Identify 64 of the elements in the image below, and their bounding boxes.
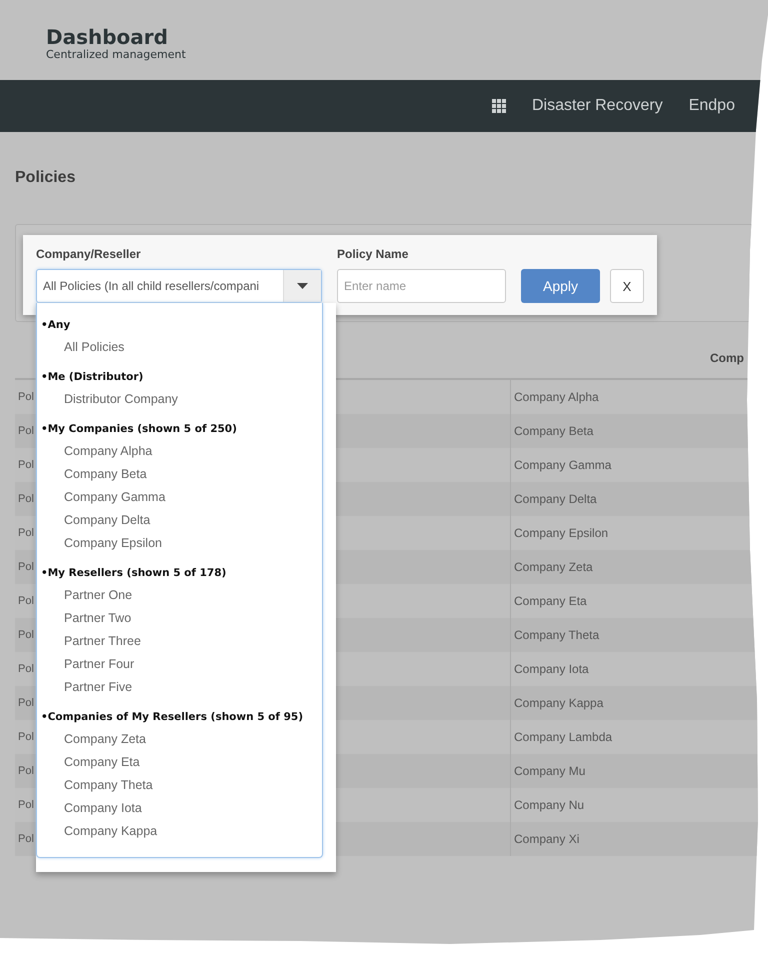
table-cell: Company Mu — [514, 764, 586, 778]
dropdown-option[interactable]: Company Delta — [37, 509, 322, 532]
dropdown-option[interactable]: Distributor Company — [37, 388, 322, 411]
dropdown-option[interactable]: Partner Five — [37, 676, 322, 699]
field-label: Company/Reseller — [36, 247, 142, 261]
table-cell: Pol — [18, 731, 34, 743]
table-cell: Company Eta — [514, 594, 587, 608]
dropdown-option[interactable]: Company Epsilon — [37, 532, 322, 555]
policy-name-field[interactable]: Enter name — [337, 269, 506, 303]
dropdown-option[interactable]: All Policies — [37, 336, 322, 359]
grid-icon[interactable] — [492, 99, 506, 113]
group-heading: •Me (Distributor) — [40, 370, 144, 385]
caret-icon — [297, 283, 308, 289]
table-cell: Company Beta — [514, 424, 594, 438]
group-heading: •My Companies (shown 5 of 250) — [40, 422, 238, 437]
app-subtitle: Centralized management — [46, 48, 187, 61]
apply-button[interactable]: Apply — [521, 269, 600, 303]
table-cell: Pol — [18, 663, 34, 675]
table-cell: Company Nu — [514, 798, 584, 812]
dropdown-option[interactable]: Partner Four — [37, 653, 322, 676]
dropdown-option[interactable]: Partner One — [37, 584, 322, 607]
table-cell: Pol — [18, 595, 34, 607]
dropdown-option[interactable]: Company Gamma — [37, 486, 322, 509]
dropdown-option[interactable]: Partner Two — [37, 607, 322, 630]
clear-button[interactable]: X — [610, 269, 644, 303]
group-heading: •Any — [40, 318, 72, 333]
dropdown-option[interactable]: Partner Three — [37, 630, 322, 653]
dropdown-option[interactable]: Company Zeta — [37, 728, 322, 751]
table-cell: Company Zeta — [514, 560, 593, 574]
table-cell: Company Xi — [514, 832, 580, 846]
nav-link[interactable]: Endpo — [688, 97, 735, 115]
table-cell: Company Gamma — [514, 458, 612, 472]
table-cell: Company Epsilon — [514, 526, 608, 540]
group-heading: •My Resellers (shown 5 of 178) — [40, 566, 228, 581]
dropdown-option[interactable]: Company Iota — [37, 797, 322, 820]
app-title: Dashboard — [46, 26, 169, 48]
table-cell: Company Alpha — [514, 390, 599, 404]
table-cell: Pol — [18, 765, 34, 777]
dropdown-option[interactable]: Company Beta — [37, 463, 322, 486]
table-cell: Pol — [18, 561, 34, 573]
table-cell: Pol — [18, 459, 34, 471]
table-cell: Company Delta — [514, 492, 597, 506]
page-title: Policies — [14, 168, 76, 188]
table-cell: Pol — [18, 391, 34, 403]
table-cell: Pol — [18, 425, 34, 437]
dropdown-option[interactable]: Company Eta — [37, 751, 322, 774]
dropdown-option[interactable]: Company Kappa — [37, 820, 322, 843]
dropdown-option[interactable]: Company Theta — [37, 774, 322, 797]
column-header[interactable]: Comp — [700, 335, 768, 365]
table-cell: Pol — [18, 493, 34, 505]
nav-link[interactable]: Disaster Recovery — [532, 97, 663, 115]
table-cell: Company Iota — [514, 662, 589, 676]
table-cell: Company Kappa — [514, 696, 604, 710]
table-cell: Pol — [18, 799, 34, 811]
table-cell: Company Theta — [514, 628, 600, 642]
company-select[interactable]: All Policies (In all child resellers/compani — [36, 269, 322, 303]
dropdown-option[interactable]: Company Alpha — [37, 440, 322, 463]
table-cell: Pol — [18, 697, 34, 709]
table-cell: Pol — [18, 527, 34, 539]
group-heading: •Companies of My Resellers (shown 5 of 95) — [40, 710, 304, 725]
table-cell: Pol — [18, 629, 34, 641]
table-cell: Pol — [18, 833, 34, 845]
table-cell: Company Lambda — [514, 730, 612, 744]
field-label: Policy Name — [337, 247, 410, 261]
